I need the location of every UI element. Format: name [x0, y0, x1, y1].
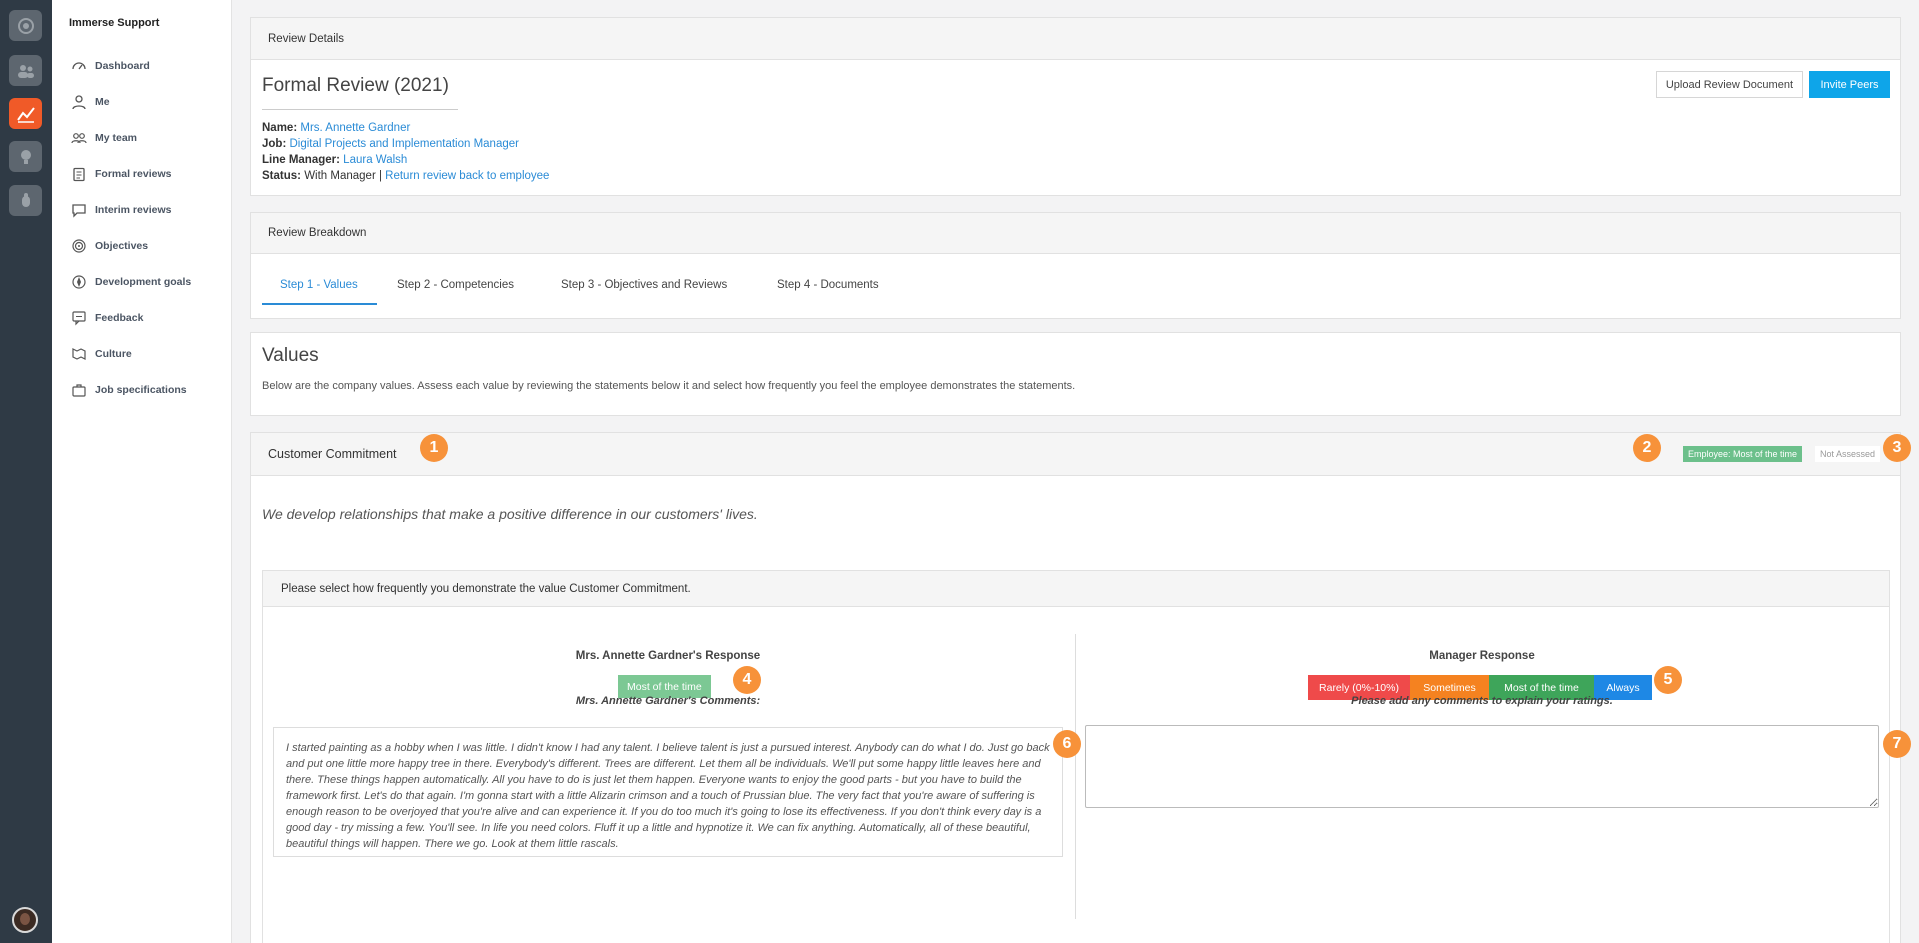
- sidebar-item-formal-reviews[interactable]: Formal reviews: [71, 164, 171, 184]
- clipboard-icon: [73, 167, 85, 182]
- line-manager-label: Line Manager:: [262, 154, 340, 166]
- sidebar-item-me[interactable]: Me: [71, 92, 110, 112]
- name-label: Name:: [262, 122, 298, 134]
- review-details-panel: Review Details Formal Review (2021) Uplo…: [250, 17, 1901, 196]
- invite-peers-button[interactable]: Invite Peers: [1809, 71, 1890, 98]
- annotation-marker-2: 2: [1633, 434, 1661, 462]
- compass-icon: [72, 275, 86, 289]
- sidebar-item-label: Feedback: [95, 312, 144, 324]
- sidebar-item-label: Development goals: [95, 276, 192, 288]
- ideas-app-button[interactable]: [9, 141, 42, 172]
- tab-step-4-documents[interactable]: Step 4 - Documents: [777, 279, 879, 291]
- performance-app-button[interactable]: [9, 98, 42, 129]
- logo-icon: [17, 17, 34, 34]
- people-icon: [17, 64, 34, 78]
- team-icon: [71, 133, 87, 144]
- tab-step-3-objectives[interactable]: Step 3 - Objectives and Reviews: [561, 279, 727, 291]
- values-title: Values: [262, 345, 319, 366]
- target-icon: [72, 239, 86, 253]
- employee-name-link[interactable]: Mrs. Annette Gardner: [300, 122, 410, 134]
- status-value: With Manager |: [304, 170, 382, 182]
- return-review-link[interactable]: Return review back to employee: [385, 170, 549, 182]
- annotation-marker-7: 7: [1883, 730, 1911, 758]
- sidebar-item-my-team[interactable]: My team: [71, 128, 137, 148]
- sidebar-item-label: My team: [95, 132, 138, 144]
- employee-comments-title: Mrs. Annette Gardner's Comments:: [575, 695, 761, 707]
- page-title: Formal Review (2021): [262, 75, 458, 110]
- review-info: Name: Mrs. Annette Gardner Job: Digital …: [262, 120, 549, 184]
- other-app-button[interactable]: [9, 185, 42, 216]
- annotation-marker-1: 1: [420, 434, 448, 462]
- annotation-marker-6: 6: [1053, 730, 1081, 758]
- person-icon: [72, 95, 86, 110]
- sidebar: Immerse Support Dashboard Me My team For…: [52, 0, 232, 943]
- upload-review-document-button[interactable]: Upload Review Document: [1655, 71, 1803, 98]
- sidebar-item-label: Job specifications: [95, 384, 187, 396]
- annotation-marker-4: 4: [733, 666, 761, 694]
- employee-rating-badge: Employee: Most of the time: [1682, 446, 1802, 462]
- column-divider: [1075, 634, 1076, 919]
- sidebar-item-dashboard[interactable]: Dashboard: [71, 56, 150, 76]
- employee-comments-text: I started painting as a hobby when I was…: [273, 727, 1063, 857]
- manager-response-title: Manager Response: [1429, 650, 1535, 662]
- tab-step-1-values[interactable]: Step 1 - Values: [280, 279, 358, 291]
- values-description: Below are the company values. Assess eac…: [262, 380, 1076, 392]
- review-breakdown-header: Review Breakdown: [251, 213, 1900, 254]
- sidebar-item-feedback[interactable]: Feedback: [71, 308, 143, 328]
- sidebar-item-label: Formal reviews: [95, 168, 172, 180]
- tab-step-2-competencies[interactable]: Step 2 - Competencies: [397, 279, 514, 291]
- sidebar-item-label: Dashboard: [95, 60, 150, 72]
- dashboard-icon: [72, 62, 86, 70]
- briefcase-icon: [72, 384, 86, 397]
- employee-response-title: Mrs. Annette Gardner's Response: [575, 650, 761, 662]
- manager-comments-title: Please add any comments to explain your …: [1351, 695, 1613, 707]
- app-rail: [0, 0, 52, 943]
- annotation-marker-5: 5: [1654, 666, 1682, 694]
- response-prompt: Please select how frequently you demonst…: [263, 571, 1889, 607]
- sidebar-item-label: Culture: [95, 348, 132, 360]
- line-manager-link[interactable]: Laura Walsh: [343, 154, 407, 166]
- sidebar-item-development-goals[interactable]: Development goals: [71, 272, 191, 292]
- lightbulb-icon: [20, 149, 31, 164]
- feedback-icon: [72, 311, 86, 326]
- hand-icon: [21, 192, 30, 207]
- sidebar-item-objectives[interactable]: Objectives: [71, 236, 148, 256]
- chat-icon: [72, 204, 86, 218]
- review-breakdown-panel: Review Breakdown Step 1 - Values Step 2 …: [250, 212, 1901, 319]
- job-label: Job:: [262, 138, 287, 150]
- culture-icon: [72, 348, 86, 360]
- brand-title: Immerse Support: [69, 17, 160, 29]
- annotation-marker-3: 3: [1883, 434, 1911, 462]
- people-app-button[interactable]: [9, 55, 42, 86]
- manager-comments-input[interactable]: [1085, 725, 1879, 808]
- sidebar-item-label: Objectives: [95, 240, 149, 252]
- job-link[interactable]: Digital Projects and Implementation Mana…: [289, 138, 518, 150]
- user-avatar[interactable]: [12, 907, 38, 933]
- customer-commitment-title: Customer Commitment: [268, 447, 397, 461]
- customer-commitment-panel: Customer Commitment Employee: Most of th…: [250, 432, 1901, 943]
- sidebar-item-culture[interactable]: Culture: [71, 344, 132, 364]
- chart-line-icon: [16, 106, 35, 123]
- status-label: Status:: [262, 170, 301, 182]
- active-tab-indicator: [262, 303, 377, 305]
- review-details-header: Review Details: [251, 18, 1900, 60]
- manager-rating-badge: Not Assessed: [1814, 446, 1880, 462]
- sidebar-item-label: Interim reviews: [95, 204, 172, 216]
- app-logo-button[interactable]: [9, 10, 42, 41]
- value-statement: We develop relationships that make a pos…: [262, 506, 758, 522]
- values-panel: Values Below are the company values. Ass…: [250, 332, 1901, 416]
- sidebar-item-job-specifications[interactable]: Job specifications: [71, 380, 187, 400]
- sidebar-item-label: Me: [95, 96, 110, 108]
- sidebar-item-interim-reviews[interactable]: Interim reviews: [71, 200, 171, 220]
- response-box: Please select how frequently you demonst…: [262, 570, 1890, 943]
